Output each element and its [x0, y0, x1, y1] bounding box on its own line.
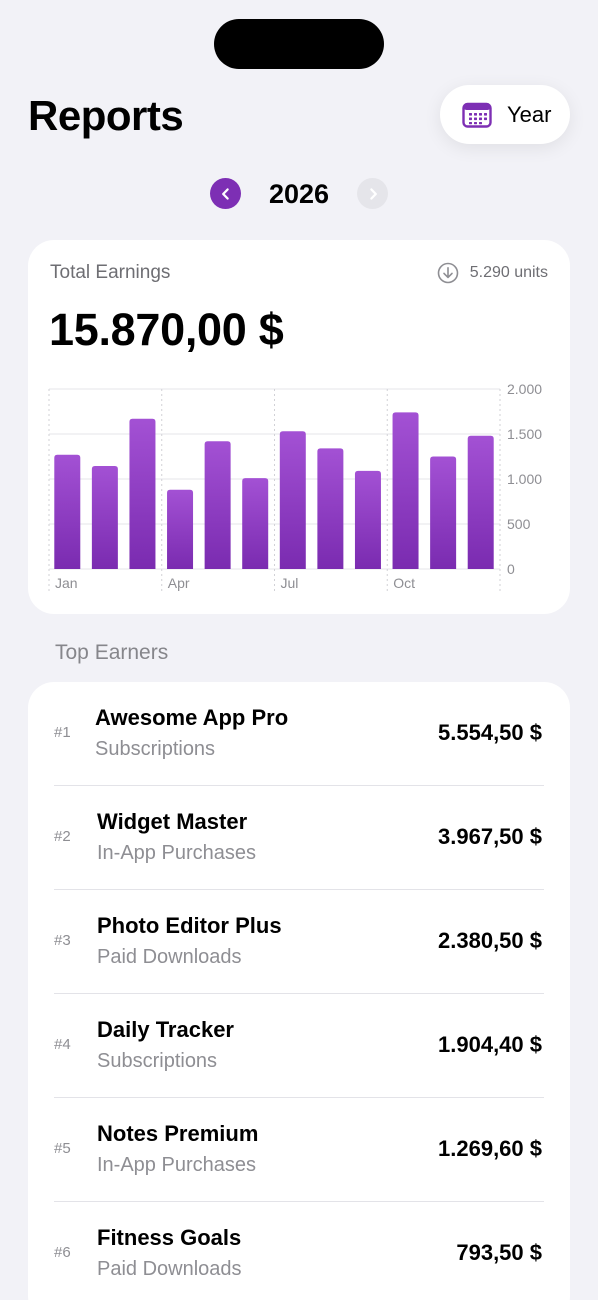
- chart-bar-mar: [129, 418, 156, 569]
- chart-bar-nov: [430, 456, 457, 569]
- previous-year-button[interactable]: [210, 178, 241, 209]
- earner-rank: #2: [54, 828, 71, 845]
- earner-rank: #4: [54, 1036, 71, 1053]
- earner-amount: 1.269,60 $: [438, 1136, 542, 1161]
- chart-bar-feb: [91, 465, 118, 569]
- chevron-left-icon: [219, 187, 233, 201]
- year-navigator: 2026: [0, 176, 598, 212]
- top-earners-header: Top Earners: [55, 641, 169, 664]
- x-tick-label: Jan: [55, 575, 78, 591]
- earner-amount: 1.904,40 $: [438, 1032, 542, 1057]
- earner-name: Daily Tracker: [97, 1017, 234, 1042]
- chart-bar-jul: [279, 431, 306, 569]
- chart-bar-dec: [467, 435, 494, 569]
- y-tick-label: 1.500: [507, 426, 542, 442]
- chart-bar-jan: [54, 454, 81, 569]
- y-tick-label: 500: [507, 516, 531, 532]
- earner-name: Awesome App Pro: [95, 705, 289, 730]
- earner-amount: 5.554,50 $: [438, 720, 542, 745]
- chevron-right-icon: [366, 187, 380, 201]
- page-title: Reports: [28, 92, 184, 139]
- x-tick-label: Jul: [281, 575, 299, 591]
- earner-category: Subscriptions: [95, 738, 216, 760]
- earner-rank: #5: [54, 1140, 71, 1157]
- y-tick-label: 2.000: [507, 381, 542, 397]
- chart-bar-may: [204, 441, 231, 569]
- earner-amount: 2.380,50 $: [438, 928, 542, 953]
- year-label: 2026: [268, 179, 330, 209]
- chart-bar-aug: [317, 448, 344, 569]
- earner-category: In-App Purchases: [97, 1154, 256, 1176]
- earnings-card: Total Earnings 5.290 units 15.870,00 $ J…: [28, 240, 570, 614]
- earner-amount: 793,50 $: [456, 1240, 542, 1265]
- chart-bar-oct: [392, 412, 419, 569]
- calendar-icon: [462, 102, 492, 128]
- earner-category: Paid Downloads: [97, 1258, 242, 1280]
- next-year-button[interactable]: [357, 178, 388, 209]
- top-earners-list: #1 Awesome App Pro Subscriptions 5.554,5…: [28, 682, 570, 1300]
- chart-bar-apr: [167, 489, 194, 569]
- earner-name: Fitness Goals: [97, 1225, 242, 1250]
- dynamic-island: [214, 19, 384, 69]
- earner-row[interactable]: #1 Awesome App Pro Subscriptions 5.554,5…: [28, 682, 570, 786]
- period-label: Year: [507, 101, 552, 127]
- earner-row[interactable]: #5 Notes Premium In-App Purchases 1.269,…: [28, 1098, 570, 1202]
- earner-category: Subscriptions: [97, 1050, 218, 1072]
- reports-screen: Reports Year 2026 Total Earnings 5.290 u…: [0, 0, 598, 1300]
- period-selector-button[interactable]: Year: [440, 85, 570, 144]
- earner-category: In-App Purchases: [97, 842, 256, 864]
- earner-row[interactable]: #4 Daily Tracker Subscriptions 1.904,40 …: [28, 994, 570, 1098]
- earner-rank: #6: [54, 1244, 71, 1261]
- earnings-bar-chart: Jan Apr Jul Oct 0 500 1.000 1.500 2.000: [48, 381, 542, 593]
- y-tick-label: 1.000: [507, 471, 542, 487]
- earner-row[interactable]: #3 Photo Editor Plus Paid Downloads 2.38…: [28, 890, 570, 994]
- earner-rank: #1: [54, 724, 71, 741]
- earner-name: Notes Premium: [97, 1121, 259, 1146]
- chart-bar-sep: [354, 470, 381, 569]
- y-tick-label: 0: [507, 561, 515, 577]
- earner-rank: #3: [54, 932, 71, 949]
- earner-name: Photo Editor Plus: [97, 913, 282, 938]
- chart-bar-jun: [242, 478, 269, 569]
- earner-row[interactable]: #6 Fitness Goals Paid Downloads 793,50 $: [28, 1202, 570, 1300]
- x-tick-label: Oct: [393, 575, 415, 591]
- earner-category: Paid Downloads: [97, 946, 242, 968]
- x-tick-label: Apr: [168, 575, 190, 591]
- earner-name: Widget Master: [97, 809, 248, 834]
- earner-row[interactable]: #2 Widget Master In-App Purchases 3.967,…: [28, 786, 570, 890]
- earner-amount: 3.967,50 $: [438, 824, 542, 849]
